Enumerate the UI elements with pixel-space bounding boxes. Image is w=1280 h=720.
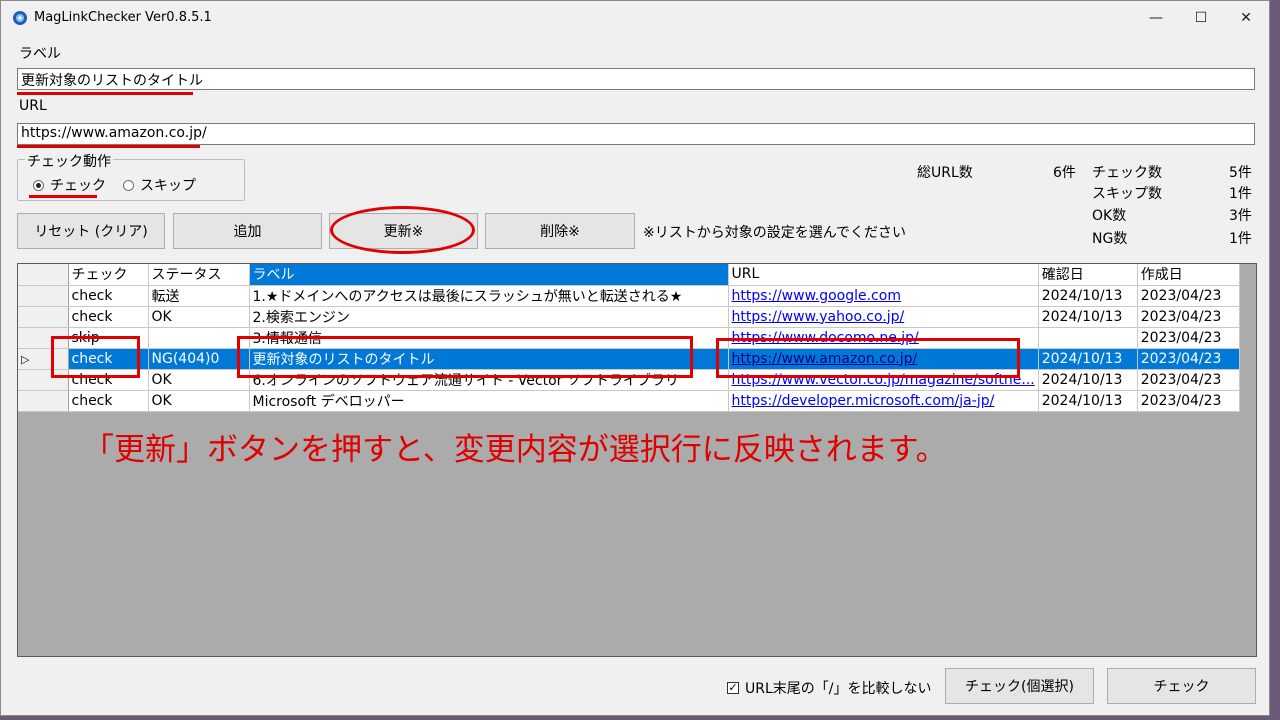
close-button[interactable]: ✕ bbox=[1223, 1, 1269, 35]
column-header-status[interactable]: ステータス bbox=[148, 264, 250, 286]
radio-skip-indicator bbox=[123, 179, 134, 191]
check-selected-button[interactable]: チェック(個選択) bbox=[945, 668, 1094, 704]
row-header[interactable] bbox=[18, 285, 69, 307]
annotation-ellipse-update bbox=[330, 206, 475, 254]
cell-status[interactable]: 転送 bbox=[148, 285, 250, 307]
table-row[interactable]: check 転送 1.★ドメインへのアクセスは最後にスラッシュが無いと転送される★ h… bbox=[18, 285, 1240, 307]
cell-confirmed[interactable]: 2024/10/13 bbox=[1038, 348, 1138, 370]
app-window: MagLinkChecker Ver0.8.5.1 — ☐ ✕ ラベル 更新対象… bbox=[0, 0, 1270, 716]
cell-created[interactable]: 2023/04/23 bbox=[1137, 348, 1240, 370]
app-logo-icon bbox=[13, 11, 27, 25]
grid-corner bbox=[18, 264, 69, 286]
check-action-title: チェック動作 bbox=[25, 151, 113, 171]
stat-skip-label: スキップ数 bbox=[1092, 186, 1162, 202]
check-all-button[interactable]: チェック bbox=[1107, 668, 1256, 704]
cell-url[interactable]: https://www.google.com bbox=[728, 285, 1039, 307]
title-bar: MagLinkChecker Ver0.8.5.1 — ☐ ✕ bbox=[1, 1, 1269, 35]
maximize-button[interactable]: ☐ bbox=[1178, 1, 1224, 35]
radio-skip[interactable]: スキップ bbox=[123, 175, 196, 195]
annotation-box-check bbox=[51, 336, 140, 378]
stat-ng-value: 1件 bbox=[1229, 231, 1252, 247]
stat-check-value: 5件 bbox=[1229, 165, 1252, 181]
cell-label[interactable]: 1.★ドメインへのアクセスは最後にスラッシュが無いと転送される★ bbox=[249, 285, 729, 307]
cell-created[interactable]: 2023/04/23 bbox=[1137, 285, 1240, 307]
url-input[interactable]: https://www.amazon.co.jp/ bbox=[17, 123, 1255, 145]
cell-confirmed[interactable]: 2024/10/13 bbox=[1038, 306, 1138, 328]
label-caption: ラベル bbox=[19, 46, 61, 62]
stat-check-label: チェック数 bbox=[1092, 165, 1162, 181]
cell-check[interactable]: check bbox=[68, 390, 149, 412]
cell-check[interactable]: check bbox=[68, 306, 149, 328]
cell-confirmed[interactable]: 2024/10/13 bbox=[1038, 390, 1138, 412]
cell-status[interactable]: NG(404)0 bbox=[148, 348, 250, 370]
window-title: MagLinkChecker Ver0.8.5.1 bbox=[34, 10, 212, 25]
url-link[interactable]: https://developer.microsoft.com/ja-jp/ bbox=[732, 393, 995, 409]
delete-button[interactable]: 削除※ bbox=[485, 213, 635, 249]
checkbox-indicator: ✓ bbox=[727, 681, 739, 694]
table-row[interactable]: check OK 2.検索エンジン https://www.yahoo.co.jp/2… bbox=[18, 306, 1240, 328]
current-row-icon: ▷ bbox=[21, 352, 30, 366]
cell-confirmed[interactable] bbox=[1038, 327, 1138, 349]
table-row[interactable]: check OK Microsoft デベロッパー https://developer… bbox=[18, 390, 1240, 412]
cell-confirmed[interactable]: 2024/10/13 bbox=[1038, 285, 1138, 307]
cell-created[interactable]: 2023/04/23 bbox=[1137, 390, 1240, 412]
annotation-underline-label bbox=[17, 92, 193, 95]
cell-confirmed[interactable]: 2024/10/13 bbox=[1038, 369, 1138, 391]
reset-button[interactable]: リセット (クリア) bbox=[17, 213, 165, 249]
grid-header-row: チェック ステータス ラベル URL 確認日 作成日 bbox=[18, 264, 1240, 286]
add-button[interactable]: 追加 bbox=[173, 213, 322, 249]
minimize-button[interactable]: — bbox=[1133, 1, 1179, 35]
cell-created[interactable]: 2023/04/23 bbox=[1137, 327, 1240, 349]
maximize-icon: ☐ bbox=[1194, 10, 1208, 26]
url-caption: URL bbox=[19, 98, 47, 114]
url-link[interactable]: https://www.google.com bbox=[732, 288, 901, 304]
column-header-created[interactable]: 作成日 bbox=[1137, 264, 1240, 286]
cell-label[interactable]: Microsoft デベロッパー bbox=[249, 390, 729, 412]
cell-status[interactable]: OK bbox=[148, 306, 250, 328]
column-header-label[interactable]: ラベル bbox=[249, 264, 729, 286]
cell-created[interactable]: 2023/04/23 bbox=[1137, 369, 1240, 391]
cell-status[interactable]: OK bbox=[148, 369, 250, 391]
annotation-caption: 「更新」ボタンを押すと、変更内容が選択行に反映されます。 bbox=[83, 432, 947, 468]
url-link[interactable]: https://www.yahoo.co.jp/ bbox=[732, 309, 905, 325]
annotation-underline-url bbox=[17, 145, 200, 148]
minimize-icon: — bbox=[1149, 10, 1163, 26]
stat-ok-value: 3件 bbox=[1229, 208, 1252, 224]
cell-label[interactable]: 2.検索エンジン bbox=[249, 306, 729, 328]
annotation-underline-radio bbox=[29, 195, 97, 198]
stat-ng-label: NG数 bbox=[1092, 231, 1128, 247]
column-header-check[interactable]: チェック bbox=[68, 264, 149, 286]
stat-total-value: 6件 bbox=[1053, 165, 1076, 181]
label-input[interactable]: 更新対象のリストのタイトル bbox=[17, 68, 1255, 90]
radio-check-indicator bbox=[33, 179, 44, 191]
cell-status[interactable]: OK bbox=[148, 390, 250, 412]
stat-skip-value: 1件 bbox=[1229, 186, 1252, 202]
row-header[interactable] bbox=[18, 306, 69, 328]
cell-created[interactable]: 2023/04/23 bbox=[1137, 306, 1240, 328]
selection-note: ※リストから対象の設定を選んでください bbox=[643, 225, 907, 241]
radio-check[interactable]: チェック bbox=[33, 175, 106, 195]
ignore-trailing-slash-checkbox[interactable]: ✓ URL末尾の「/」を比較しない bbox=[727, 678, 932, 698]
stat-total-label: 総URL数 bbox=[917, 165, 973, 181]
cell-url[interactable]: https://developer.microsoft.com/ja-jp/ bbox=[728, 390, 1039, 412]
column-header-url[interactable]: URL bbox=[728, 264, 1039, 286]
cell-check[interactable]: check bbox=[68, 285, 149, 307]
close-icon: ✕ bbox=[1240, 10, 1252, 26]
cell-status[interactable] bbox=[148, 327, 250, 349]
annotation-box-url bbox=[716, 338, 1020, 378]
annotation-box-label bbox=[237, 336, 693, 378]
cell-url[interactable]: https://www.yahoo.co.jp/ bbox=[728, 306, 1039, 328]
radio-check-label: チェック bbox=[50, 178, 106, 194]
radio-skip-label: スキップ bbox=[140, 178, 196, 194]
ignore-trailing-slash-label: URL末尾の「/」を比較しない bbox=[745, 681, 932, 697]
column-header-confirmed[interactable]: 確認日 bbox=[1038, 264, 1138, 286]
row-header[interactable] bbox=[18, 390, 69, 412]
stat-ok-label: OK数 bbox=[1092, 208, 1127, 224]
